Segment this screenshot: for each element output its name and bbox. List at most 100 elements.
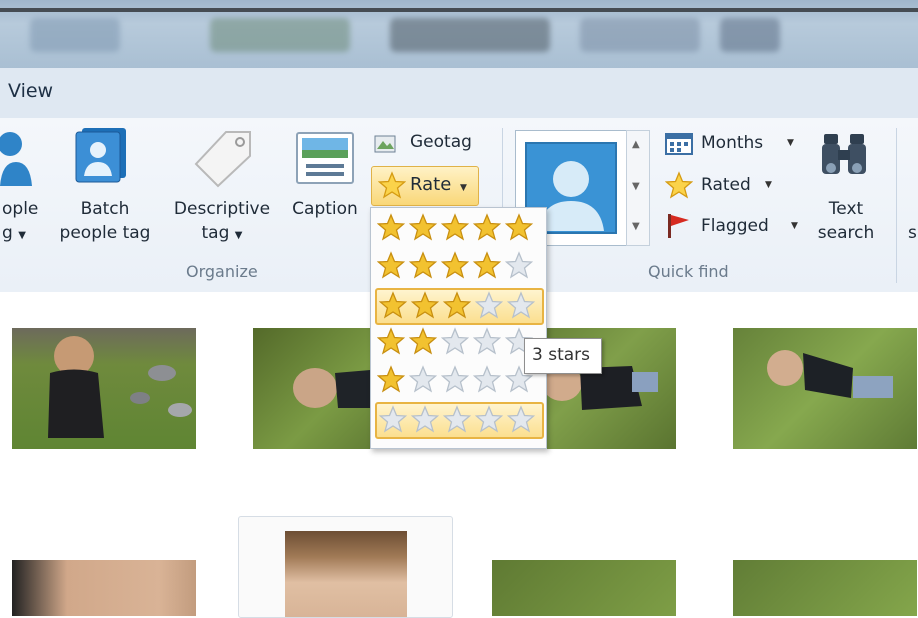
photo-image <box>285 531 407 617</box>
empty-star-icon <box>472 327 502 355</box>
calendar-icon <box>665 133 693 155</box>
filled-star-icon <box>472 213 502 241</box>
photo-thumbnail[interactable] <box>492 560 676 616</box>
scroll-down-icon[interactable]: ▼ <box>632 181 640 192</box>
photo-thumbnail[interactable] <box>12 328 196 449</box>
batch-people-tag-button[interactable]: Batch people tag <box>50 197 160 245</box>
flag-icon <box>668 214 689 238</box>
rating-option-2-stars[interactable] <box>375 326 540 359</box>
caption-button[interactable]: Caption <box>285 197 365 221</box>
photo-thumbnail[interactable] <box>733 328 917 449</box>
partial-label: s <box>908 223 917 243</box>
empty-star-icon <box>379 405 408 433</box>
group-divider <box>896 128 897 283</box>
rating-option-0-stars[interactable] <box>375 402 544 439</box>
star-row <box>379 405 536 433</box>
star-row <box>377 213 534 241</box>
text-search-label-2: search <box>817 223 875 243</box>
filled-star-icon <box>504 213 534 241</box>
filled-star-icon <box>379 291 408 319</box>
empty-star-icon <box>474 405 504 433</box>
filled-star-icon <box>410 291 440 319</box>
rating-tooltip: 3 stars <box>524 338 602 374</box>
months-button[interactable]: Months ▼ <box>665 131 805 159</box>
expand-icon[interactable]: ▼ <box>632 221 640 232</box>
scroll-up-icon[interactable]: ▲ <box>632 139 640 150</box>
photo-thumbnail-selected[interactable] <box>238 516 453 618</box>
rating-option-4-stars[interactable] <box>375 250 540 283</box>
tab-view[interactable]: View <box>8 80 53 102</box>
text-search-label: Text <box>828 199 864 219</box>
photo-thumbnail[interactable] <box>733 560 917 616</box>
people-tag-button[interactable]: ople g ▼ <box>2 197 38 248</box>
map-icon <box>374 135 396 153</box>
months-label: Months <box>701 133 764 153</box>
filled-star-icon <box>472 251 502 279</box>
empty-star-icon <box>506 405 536 433</box>
tag-icon[interactable] <box>190 128 254 188</box>
blurred-toolbar-item <box>210 18 350 52</box>
rated-label: Rated <box>701 175 751 195</box>
people-tag-icon[interactable] <box>0 126 34 188</box>
empty-star-icon <box>440 365 470 393</box>
star-row <box>379 291 536 319</box>
window-title-bar <box>0 0 918 68</box>
empty-star-icon <box>472 365 502 393</box>
people-tag-label-2: g <box>2 223 13 243</box>
organize-group-label: Organize <box>186 262 258 281</box>
star-icon <box>378 171 406 199</box>
tooltip-text: 3 stars <box>532 345 591 365</box>
empty-star-icon <box>442 405 472 433</box>
batch-people-tag-icon[interactable] <box>74 126 130 184</box>
rate-dropdown-menu <box>370 207 547 449</box>
chevron-down-icon: ▼ <box>234 230 243 241</box>
text-search-button[interactable]: Text search <box>808 197 884 245</box>
empty-star-icon <box>440 327 470 355</box>
filled-star-icon <box>377 251 406 279</box>
photo-thumbnail[interactable] <box>12 560 196 616</box>
geotag-label: Geotag <box>410 132 472 152</box>
star-row <box>377 251 534 279</box>
caption-icon[interactable] <box>296 132 354 186</box>
rating-option-5-stars[interactable] <box>375 212 540 245</box>
rate-label: Rate <box>410 174 452 195</box>
filled-star-icon <box>440 213 470 241</box>
empty-star-icon <box>506 291 536 319</box>
empty-star-icon <box>408 365 438 393</box>
gallery-scroll-control[interactable]: ▲ ▼ ▼ <box>626 130 650 246</box>
rating-option-3-stars[interactable] <box>375 288 544 325</box>
filled-star-icon <box>408 251 438 279</box>
batch-label: Batch <box>80 199 130 219</box>
rating-option-1-stars[interactable] <box>375 364 540 397</box>
empty-star-icon <box>410 405 440 433</box>
chevron-down-icon: ▼ <box>787 138 794 148</box>
chevron-down-icon: ▼ <box>765 180 772 190</box>
descriptive-tag-button[interactable]: Descriptive tag ▼ <box>168 197 276 248</box>
geotag-button[interactable]: Geotag <box>374 132 494 158</box>
rated-button[interactable]: Rated ▼ <box>665 171 785 199</box>
photo-image <box>48 336 192 438</box>
descriptive-label: Descriptive <box>173 199 271 219</box>
rate-button[interactable]: Rate ▼ <box>371 166 479 206</box>
ribbon-tab-row <box>0 68 918 119</box>
star-icon <box>665 171 693 199</box>
filled-star-icon <box>440 251 470 279</box>
flagged-label: Flagged <box>701 216 769 236</box>
filled-star-icon <box>377 327 406 355</box>
star-row <box>377 327 534 355</box>
empty-star-icon <box>504 251 534 279</box>
title-bar-edge <box>0 8 918 12</box>
blurred-toolbar-item <box>390 18 550 52</box>
filled-star-icon <box>442 291 472 319</box>
blurred-toolbar-item <box>720 18 780 52</box>
filled-star-icon <box>408 327 438 355</box>
flagged-button[interactable]: Flagged ▼ <box>665 212 805 240</box>
filled-star-icon <box>377 365 406 393</box>
chevron-down-icon: ▼ <box>460 183 467 193</box>
filled-star-icon <box>408 213 438 241</box>
filled-star-icon <box>377 213 406 241</box>
chevron-down-icon: ▼ <box>18 230 26 241</box>
people-tag-label: ople <box>2 199 39 219</box>
binoculars-icon[interactable] <box>820 130 870 182</box>
chevron-down-icon: ▼ <box>791 221 798 231</box>
